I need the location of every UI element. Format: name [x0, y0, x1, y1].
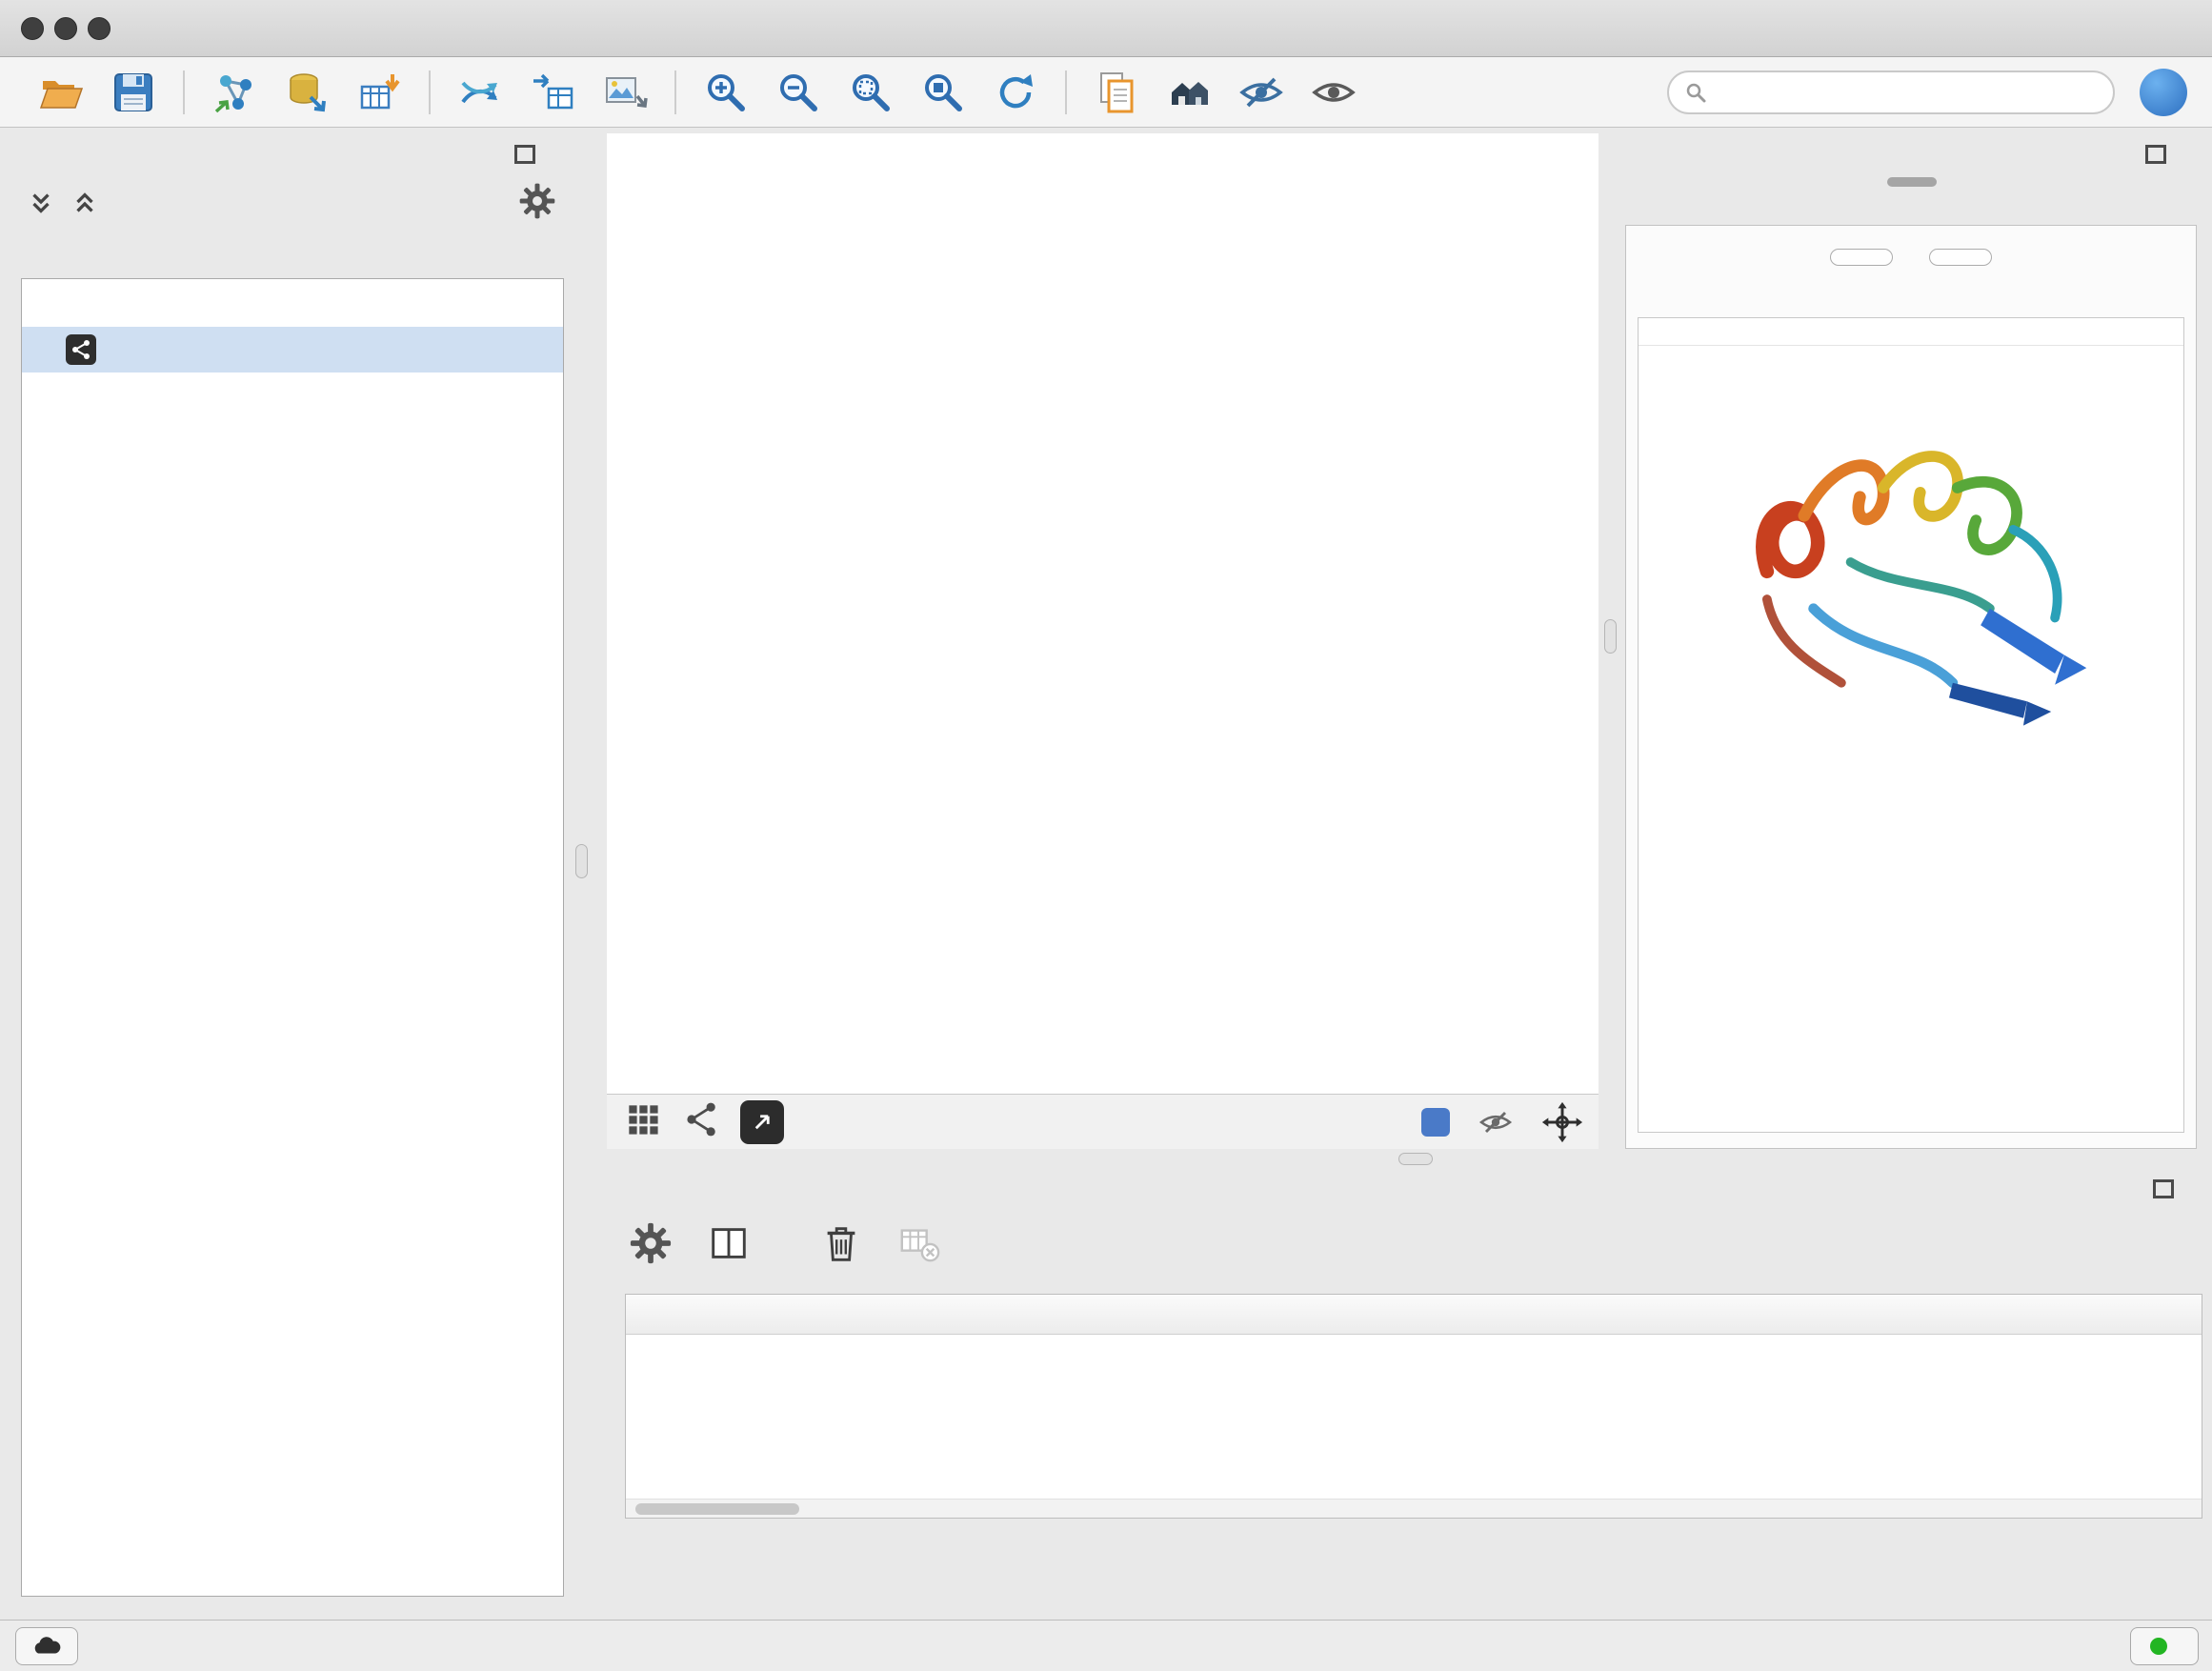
crosslinks-title: [1639, 748, 2183, 778]
hidden-items-icon: [1477, 1103, 1515, 1141]
zoom-in-button[interactable]: [690, 63, 762, 122]
eye-icon: [1311, 70, 1357, 115]
toolbar-separator: [429, 70, 431, 114]
trash-icon: [819, 1221, 863, 1265]
export-image-button[interactable]: [589, 63, 661, 122]
table-options-gear[interactable]: [629, 1221, 673, 1270]
save-icon: [111, 70, 156, 115]
memory-status-dot: [2150, 1638, 2167, 1655]
protein-card: [1638, 317, 2184, 1133]
columns-icon: [707, 1221, 751, 1265]
toolbar-separator: [183, 70, 185, 114]
table-header-row: [626, 1295, 2202, 1335]
network-canvas[interactable]: [607, 133, 1599, 1094]
collapse-all-icon[interactable]: [27, 189, 55, 217]
splitter-handle-right[interactable]: [1604, 619, 1617, 654]
refresh-view-button[interactable]: [979, 63, 1052, 122]
network-row-selected[interactable]: [22, 327, 563, 372]
search-box[interactable]: [1667, 70, 2115, 114]
network-view-toolbar: [607, 1094, 1599, 1149]
control-panel: [10, 133, 573, 1608]
table-row[interactable]: [626, 1335, 2202, 1377]
window-zoom-button[interactable]: [88, 17, 111, 40]
image-icon: [602, 70, 648, 115]
titlebar: [0, 0, 2212, 57]
grid-view-icon[interactable]: [622, 1098, 664, 1145]
panel-float-icon[interactable]: [2153, 1179, 2174, 1198]
splitter-handle-left[interactable]: [575, 844, 588, 878]
memory-button[interactable]: [2130, 1627, 2199, 1665]
zoom-out-button[interactable]: [762, 63, 835, 122]
network-options-gear[interactable]: [518, 182, 556, 225]
home-button[interactable]: [1153, 63, 1225, 122]
home-houses-icon: [1166, 70, 1212, 115]
network-overview-icon[interactable]: [681, 1098, 723, 1145]
network-graph: [607, 133, 1599, 1094]
zoom-fit-button[interactable]: [835, 63, 907, 122]
status-bar: [0, 1620, 2212, 1671]
selected-items-checkbox[interactable]: [1421, 1108, 1450, 1137]
delete-table-button-disabled[interactable]: [897, 1221, 941, 1270]
main-toolbar: [0, 57, 2212, 128]
search-input[interactable]: [1717, 77, 2098, 107]
import-network-icon: [211, 70, 257, 115]
save-session-button[interactable]: [97, 63, 170, 122]
zoom-in-icon: [703, 70, 749, 115]
network-from-table-button[interactable]: [516, 63, 589, 122]
expand-all-icon[interactable]: [70, 189, 99, 217]
hide-show-button[interactable]: [1225, 63, 1297, 122]
refresh-icon: [993, 70, 1038, 115]
zoom-out-icon: [775, 70, 821, 115]
toolbar-separator: [674, 70, 676, 114]
cloud-icon: [30, 1634, 64, 1659]
curved-arrows-icon: [457, 70, 503, 115]
cloud-button[interactable]: [15, 1627, 78, 1665]
show-columns-button[interactable]: [707, 1221, 751, 1270]
database-icon: [284, 70, 330, 115]
arrow-up-right-icon: [748, 1108, 776, 1137]
help-button[interactable]: [2140, 69, 2187, 116]
panel-float-icon[interactable]: [514, 145, 535, 164]
protein-description: [1639, 346, 2183, 359]
splitter-handle-bottom[interactable]: [1398, 1153, 1433, 1165]
string-tab-badge[interactable]: [1887, 177, 1937, 187]
arrow-table-icon: [530, 70, 575, 115]
protein-structure-image: [1639, 376, 2183, 748]
copy-document-button[interactable]: [1080, 63, 1153, 122]
zoom-selected-icon: [920, 70, 966, 115]
network-list: [21, 278, 564, 1597]
preview-button[interactable]: [1297, 63, 1370, 122]
search-icon: [1684, 81, 1707, 104]
network-from-selection-button[interactable]: [444, 63, 516, 122]
open-session-button[interactable]: [25, 63, 97, 122]
scrollbar-thumb[interactable]: [635, 1503, 799, 1515]
node-table: [625, 1294, 2202, 1519]
delete-column-button[interactable]: [819, 1221, 863, 1270]
window-minimize-button[interactable]: [54, 17, 77, 40]
horizontal-scrollbar[interactable]: [626, 1499, 2202, 1518]
copy-document-icon: [1094, 70, 1139, 115]
toolbar-separator: [1065, 70, 1067, 114]
string-results-box: [1625, 225, 2197, 1149]
results-panel: [1619, 133, 2204, 1155]
zoom-fit-icon: [848, 70, 894, 115]
import-table-icon: [356, 70, 402, 115]
string-network-icon: [66, 334, 96, 365]
panel-float-icon[interactable]: [2145, 145, 2166, 164]
expand-all-button[interactable]: [1830, 249, 1893, 266]
delete-table-icon: [897, 1221, 941, 1265]
table-panel: [583, 1168, 2212, 1608]
window-close-button[interactable]: [21, 17, 44, 40]
import-network-file-button[interactable]: [198, 63, 271, 122]
import-table-file-button[interactable]: [343, 63, 415, 122]
fit-content-icon[interactable]: [1541, 1101, 1583, 1143]
zoom-selected-button[interactable]: [907, 63, 979, 122]
collapse-all-button[interactable]: [1929, 249, 1992, 266]
network-collection-row[interactable]: [22, 279, 563, 327]
open-folder-icon: [38, 70, 84, 115]
eye-slash-icon: [1238, 70, 1284, 115]
import-network-database-button[interactable]: [271, 63, 343, 122]
birdseye-toggle-button[interactable]: [740, 1100, 784, 1144]
